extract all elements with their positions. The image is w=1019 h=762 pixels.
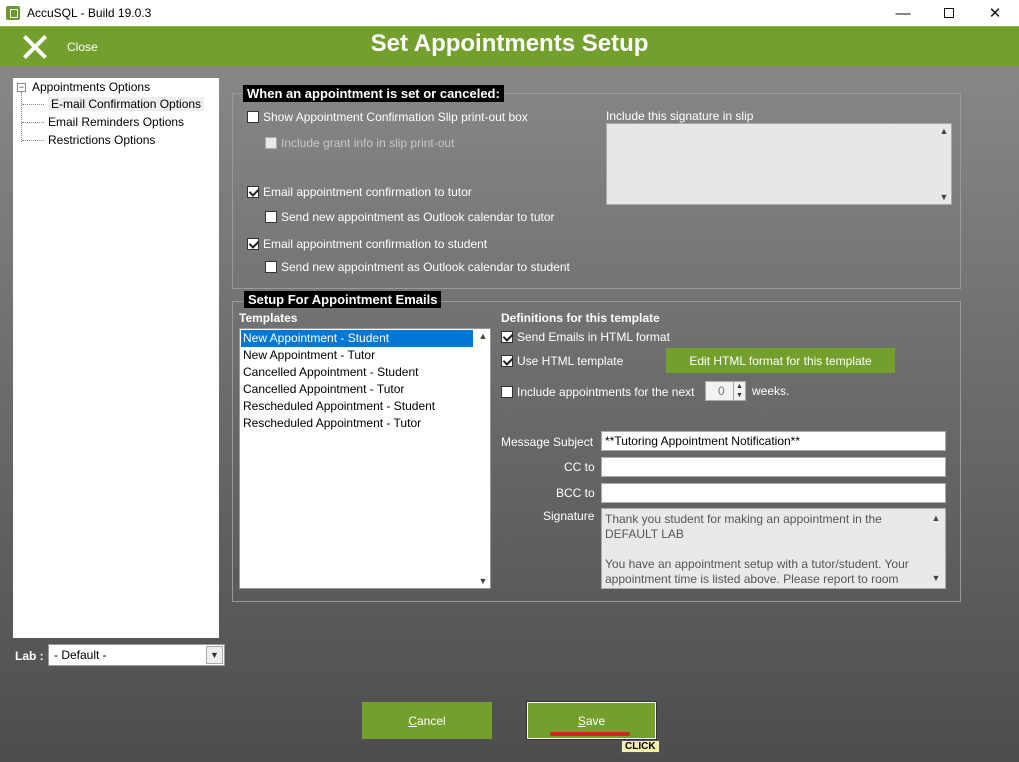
checkbox-box[interactable]	[265, 261, 277, 273]
bcc-label: BCC to	[556, 486, 595, 500]
main-area: Close Set Appointments Setup − Appointme…	[0, 26, 1019, 762]
outlook-tutor-label: Send new appointment as Outlook calendar…	[281, 210, 555, 224]
lab-select-value: - Default -	[54, 648, 107, 662]
click-tooltip: CLICK	[621, 740, 660, 753]
tree-root-label: Appointments Options	[32, 80, 151, 94]
window-close-button[interactable]: ✕	[972, 0, 1018, 26]
window-title: AccuSQL - Build 19.0.3	[27, 6, 152, 20]
checkbox-box[interactable]	[265, 211, 277, 223]
weeks-stepper[interactable]: 0 ▲ ▼	[705, 381, 746, 401]
send-html-label: Send Emails in HTML format	[517, 330, 670, 344]
checkbox-box[interactable]	[247, 111, 259, 123]
signature-line: appointment time is listed above. Please…	[605, 572, 899, 586]
email-student-label: Email appointment confirmation to studen…	[263, 237, 488, 251]
use-template-label: Use HTML template	[517, 354, 624, 368]
scrollbar[interactable]: ▲ ▼	[931, 511, 941, 586]
email-tutor-label: Email appointment confirmation to tutor	[263, 185, 472, 199]
signature-textarea[interactable]: Thank you student for making an appointm…	[601, 508, 946, 589]
save-label: ave	[585, 713, 606, 728]
lab-select[interactable]: - Default - ▼	[48, 644, 225, 666]
cancel-label: ancel	[416, 713, 446, 728]
show-slip-label: Show Appointment Confirmation Slip print…	[263, 110, 528, 124]
email-student-checkbox[interactable]: Email appointment confirmation to studen…	[247, 237, 487, 251]
slip-signature-label: Include this signature in slip	[606, 109, 754, 123]
list-item[interactable]: New Appointment - Student	[241, 330, 473, 347]
subject-label: Message Subject	[501, 435, 594, 449]
app-icon	[6, 6, 20, 20]
checkbox-box[interactable]	[247, 186, 259, 198]
header-bar: Close Set Appointments Setup	[0, 26, 1019, 66]
weeks-value: 0	[718, 384, 725, 398]
tree-item-email-confirmation[interactable]: E-mail Confirmation Options	[22, 95, 205, 113]
outlook-tutor-checkbox[interactable]: Send new appointment as Outlook calendar…	[265, 210, 555, 224]
checkbox-box	[265, 137, 277, 149]
window-titlebar: AccuSQL - Build 19.0.3 — ✕	[0, 0, 1019, 26]
outlook-student-label: Send new appointment as Outlook calendar…	[281, 260, 570, 274]
templates-list[interactable]: New Appointment - Student New Appointmen…	[239, 328, 491, 589]
email-tutor-checkbox[interactable]: Email appointment confirmation to tutor	[247, 185, 472, 199]
email-group-title: Setup For Appointment Emails	[244, 291, 442, 308]
list-item[interactable]: Cancelled Appointment - Tutor	[241, 381, 473, 398]
use-template-checkbox[interactable]: Use HTML template	[501, 354, 623, 368]
include-grant-checkbox: Include grant info in slip print-out	[265, 136, 454, 150]
send-html-checkbox[interactable]: Send Emails in HTML format	[501, 330, 670, 344]
minimize-icon: —	[895, 4, 911, 22]
cancel-mnemonic: C	[408, 713, 417, 728]
minimize-button[interactable]: —	[880, 0, 926, 26]
page-title: Set Appointments Setup	[370, 30, 649, 57]
outlook-student-checkbox[interactable]: Send new appointment as Outlook calendar…	[265, 260, 570, 274]
scrollbar[interactable]: ▲ ▼	[939, 126, 949, 202]
subject-input[interactable]: **Tutoring Appointment Notification**	[601, 431, 946, 451]
list-item[interactable]: Cancelled Appointment - Student	[241, 364, 473, 381]
tree-item-restrictions[interactable]: Restrictions Options	[22, 131, 155, 149]
include-next-checkbox[interactable]: Include appointments for the next	[501, 385, 694, 399]
cancel-button[interactable]: Cancel	[362, 702, 492, 739]
lab-label: Lab :	[15, 649, 44, 663]
close-icon: ✕	[988, 5, 1002, 22]
click-indicator-mark	[550, 732, 630, 736]
list-item[interactable]: Rescheduled Appointment - Student	[241, 398, 473, 415]
include-next-label: Include appointments for the next	[517, 385, 695, 399]
bcc-input[interactable]	[601, 483, 946, 503]
checkbox-box[interactable]	[247, 238, 259, 250]
checkbox-box[interactable]	[501, 355, 513, 367]
chevron-down-icon[interactable]: ▼	[206, 646, 223, 664]
checkbox-box[interactable]	[501, 386, 513, 398]
show-slip-checkbox[interactable]: Show Appointment Confirmation Slip print…	[247, 110, 528, 124]
stepper-arrows-icon[interactable]: ▲ ▼	[733, 382, 745, 400]
weeks-label: weeks.	[752, 384, 790, 398]
include-grant-label: Include grant info in slip print-out	[281, 136, 455, 150]
signature-line: Thank you student for making an appointm…	[605, 512, 882, 526]
cc-input[interactable]	[601, 457, 946, 477]
tree-item-label: Restrictions Options	[48, 133, 156, 147]
tree-item-label: E-mail Confirmation Options	[48, 97, 205, 111]
maximize-button[interactable]	[926, 0, 972, 26]
scrollbar[interactable]: ▲ ▼	[478, 331, 488, 586]
tree-item-email-reminders[interactable]: Email Reminders Options	[22, 113, 184, 131]
cc-label: CC to	[564, 460, 595, 474]
collapse-icon[interactable]: −	[17, 82, 26, 92]
list-item[interactable]: Rescheduled Appointment - Tutor	[241, 415, 473, 432]
templates-label: Templates	[239, 311, 298, 325]
save-mnemonic: S	[577, 713, 586, 728]
signature-line: You have an appointment setup with a tut…	[605, 557, 909, 571]
tree-root[interactable]: − Appointments Options	[17, 80, 150, 94]
edit-html-button[interactable]: Edit HTML format for this template	[666, 348, 895, 373]
definitions-label: Definitions for this template	[501, 311, 660, 325]
options-tree: − Appointments Options E-mail Confirmati…	[13, 78, 219, 638]
slip-signature-textarea[interactable]: ▲ ▼	[606, 123, 952, 205]
signature-label: Signature	[543, 509, 595, 523]
signature-line: DEFAULT LAB	[605, 527, 684, 541]
maximize-icon	[944, 8, 954, 18]
checkbox-box[interactable]	[501, 331, 513, 343]
tree-item-label: Email Reminders Options	[48, 115, 185, 129]
appointment-group-title: When an appointment is set or canceled:	[243, 85, 504, 102]
list-item[interactable]: New Appointment - Tutor	[241, 347, 473, 364]
